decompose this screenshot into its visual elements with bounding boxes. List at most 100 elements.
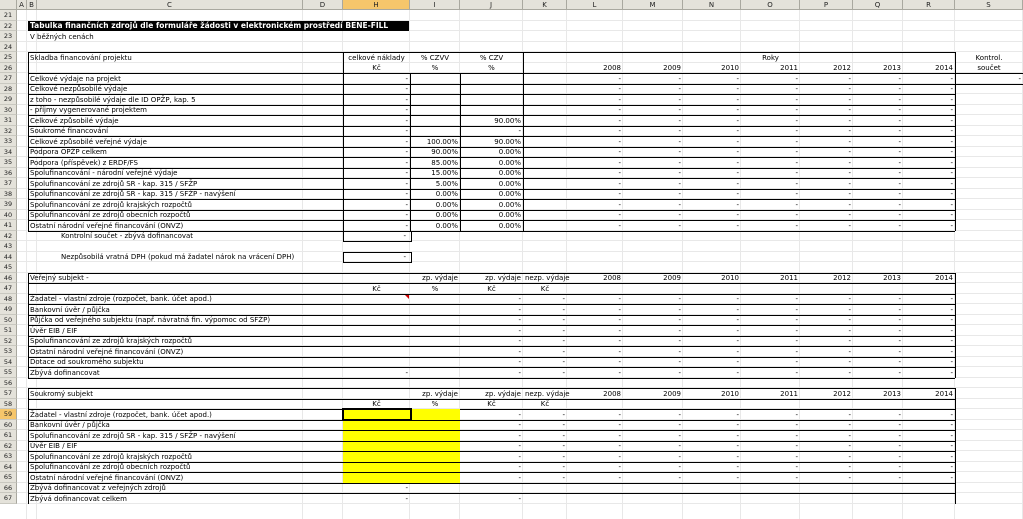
- row-header-49[interactable]: 49: [0, 304, 17, 315]
- row-header-60[interactable]: 60: [0, 419, 17, 430]
- row-label: Spolufinancování ze zdrojů krajských roz…: [30, 337, 192, 345]
- row-header-61[interactable]: 61: [0, 430, 17, 441]
- row-header-24[interactable]: 24: [0, 41, 17, 52]
- select-all-corner[interactable]: [0, 0, 17, 10]
- year-value: -: [678, 431, 681, 440]
- column-header-d[interactable]: D: [303, 0, 343, 10]
- year-value: -: [678, 148, 681, 156]
- row-label: Celkové způsobilé výdaje: [30, 116, 119, 125]
- year-value: -: [795, 158, 798, 167]
- row-header-37[interactable]: 37: [0, 178, 17, 189]
- row-header-29[interactable]: 29: [0, 94, 17, 105]
- row-header-27[interactable]: 27: [0, 73, 17, 84]
- column-header-i[interactable]: I: [410, 0, 460, 10]
- row-header-58[interactable]: 58: [0, 398, 17, 409]
- column-header-l[interactable]: L: [567, 0, 623, 10]
- row-header-57[interactable]: 57: [0, 388, 17, 399]
- column-header-m[interactable]: M: [623, 0, 683, 10]
- column-header-h[interactable]: H: [343, 0, 410, 10]
- row-header-23[interactable]: 23: [0, 31, 17, 42]
- row-header-43[interactable]: 43: [0, 241, 17, 252]
- row-header-66[interactable]: 66: [0, 482, 17, 493]
- year-2012: 2012: [833, 274, 851, 282]
- row-label: Ostatní národní veřejné financování (ONV…: [30, 347, 184, 356]
- column-header-r[interactable]: R: [903, 0, 955, 10]
- row-header-62[interactable]: 62: [0, 440, 17, 451]
- row-header-44[interactable]: 44: [0, 251, 17, 262]
- row-header-33[interactable]: 33: [0, 136, 17, 147]
- year-value: -: [678, 95, 681, 104]
- row-label: Spolufinancování ze zdrojů obecních rozp…: [30, 463, 191, 471]
- row-header-65[interactable]: 65: [0, 472, 17, 483]
- year-value: -: [678, 74, 681, 83]
- row-header-48[interactable]: 48: [0, 293, 17, 304]
- row-header-53[interactable]: 53: [0, 346, 17, 357]
- row-header-36[interactable]: 36: [0, 167, 17, 178]
- row-label: Žadatel - vlastní zdroje (rozpočet, bank…: [30, 295, 212, 303]
- row-header-47[interactable]: 47: [0, 283, 17, 294]
- year-value: -: [898, 158, 901, 167]
- column-header-n[interactable]: N: [683, 0, 741, 10]
- section-header-skladba: Skladba financování projektu: [30, 53, 132, 62]
- year-value: -: [848, 410, 851, 419]
- row-header-31[interactable]: 31: [0, 115, 17, 126]
- row-label: Spolufinancování ze zdrojů SR - kap. 315…: [30, 179, 198, 188]
- row-header-32[interactable]: 32: [0, 125, 17, 136]
- value-celkove: -: [405, 211, 408, 219]
- row-header-52[interactable]: 52: [0, 335, 17, 346]
- row-header-55[interactable]: 55: [0, 367, 17, 378]
- year-value: -: [618, 137, 621, 146]
- row-header-63[interactable]: 63: [0, 451, 17, 462]
- active-cell[interactable]: [342, 408, 412, 421]
- year-value: -: [618, 95, 621, 104]
- row-header-59[interactable]: 59: [0, 409, 17, 420]
- column-header-k[interactable]: K: [523, 0, 567, 10]
- year-value: -: [736, 169, 739, 177]
- year-value: -: [736, 337, 739, 345]
- row-header-30[interactable]: 30: [0, 104, 17, 115]
- column-header-j[interactable]: J: [460, 0, 523, 10]
- row-header-46[interactable]: 46: [0, 272, 17, 283]
- row-header-45[interactable]: 45: [0, 262, 17, 273]
- row-header-40[interactable]: 40: [0, 209, 17, 220]
- row-header-39[interactable]: 39: [0, 199, 17, 210]
- column-header-o[interactable]: O: [741, 0, 800, 10]
- row-header-28[interactable]: 28: [0, 83, 17, 94]
- value: -: [562, 305, 565, 314]
- row-header-67[interactable]: 67: [0, 493, 17, 504]
- section-border: [28, 398, 955, 400]
- row-header-35[interactable]: 35: [0, 157, 17, 168]
- year-value: -: [848, 326, 851, 335]
- unit-kc: Kč: [540, 400, 550, 408]
- row-header-42[interactable]: 42: [0, 230, 17, 241]
- row-header-22[interactable]: 22: [0, 20, 17, 31]
- spreadsheet[interactable]: A B C D H I J K L M N O P Q R S 21 22 23 24 25 26 27 28 29 30 31 32…: [0, 0, 1023, 519]
- row-label: Podpora OPŽP celkem: [30, 148, 107, 156]
- unit-kc: Kč: [540, 284, 550, 293]
- column-header-s[interactable]: S: [955, 0, 1023, 10]
- zbyva-celkem-label: Zbývá dofinancovat celkem: [30, 494, 127, 503]
- column-header-p[interactable]: P: [800, 0, 853, 10]
- row-header-34[interactable]: 34: [0, 146, 17, 157]
- year-value: -: [950, 295, 953, 303]
- gridline: [17, 40, 1023, 42]
- row-header-26[interactable]: 26: [0, 62, 17, 73]
- row-header-25[interactable]: 25: [0, 52, 17, 63]
- column-header-c[interactable]: C: [37, 0, 303, 10]
- year-value: -: [618, 347, 621, 356]
- value: -: [562, 368, 565, 377]
- row-header-54[interactable]: 54: [0, 356, 17, 367]
- row-header-51[interactable]: 51: [0, 325, 17, 336]
- row-header-50[interactable]: 50: [0, 314, 17, 325]
- year-value: -: [736, 368, 739, 377]
- row-header-41[interactable]: 41: [0, 220, 17, 231]
- year-value: -: [795, 316, 798, 324]
- row-header-21[interactable]: 21: [0, 10, 17, 21]
- column-header-q[interactable]: Q: [853, 0, 903, 10]
- row-header-56[interactable]: 56: [0, 377, 17, 388]
- column-header-b[interactable]: B: [27, 0, 37, 10]
- row-header-38[interactable]: 38: [0, 188, 17, 199]
- row-header-64[interactable]: 64: [0, 461, 17, 472]
- column-header-a[interactable]: A: [17, 0, 27, 10]
- year-value: -: [848, 421, 851, 429]
